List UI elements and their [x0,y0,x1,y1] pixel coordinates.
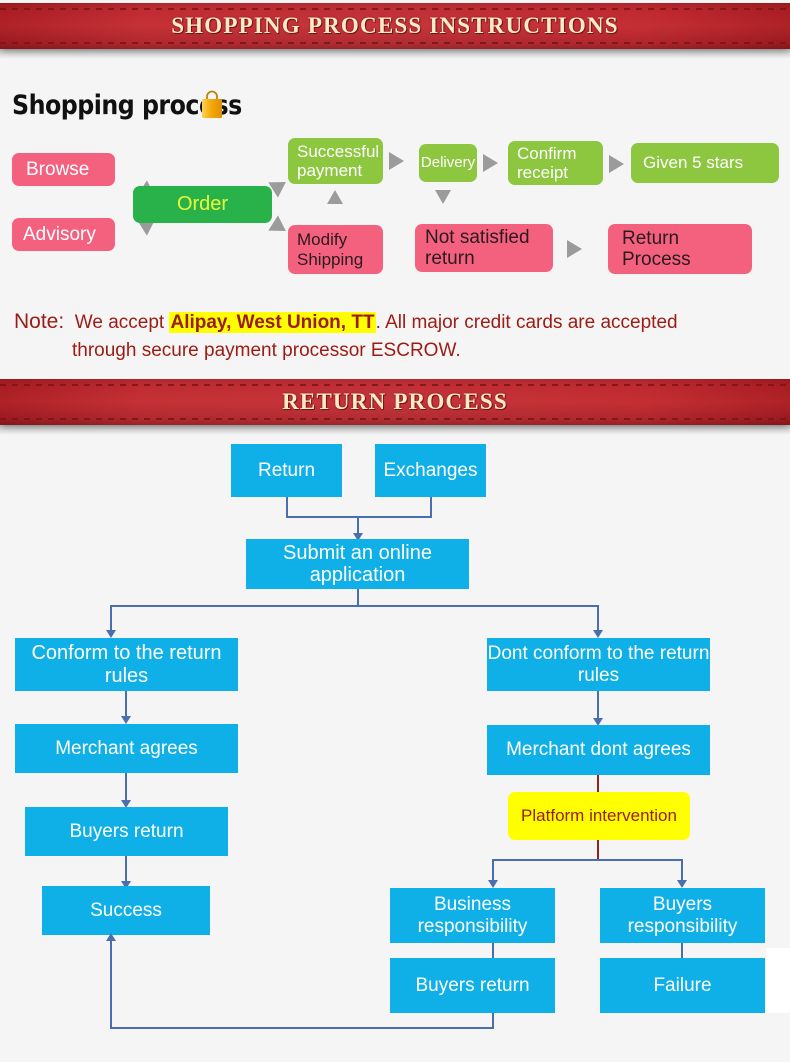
arrow-into-merchant-agrees [121,716,131,724]
arrow-into-business-responsibility [488,880,498,888]
return-node-return[interactable]: Return [231,444,342,497]
return-node-success-label: Success [90,899,162,921]
flow-node-confirm-receipt-label: Confirm receipt [517,143,577,182]
return-node-conform-to-rules-label: Conform to the return rules [31,642,222,687]
return-node-exchanges[interactable]: Exchanges [375,444,486,497]
flow-node-delivery[interactable]: Delivery [419,144,477,182]
return-node-merchant-agrees[interactable]: Merchant agrees [15,724,238,773]
return-node-business-responsibility[interactable]: Business responsibility [390,888,555,943]
note-line1-post: . All major credit cards are accepted [375,312,678,333]
banner-shadow-bottom [0,425,790,435]
return-node-dont-conform-to-rules[interactable]: Dont conform to the return rules [487,638,710,691]
note-highlight: Alipay, West Union, TT [169,312,376,333]
arrow-delivery-to-confirm-receipt [483,154,498,172]
connector-buyers-return-to-success [125,856,127,884]
connector-platform-down-red [597,840,599,860]
flow-node-order-label: Order [176,193,229,216]
page-root: SHOPPING PROCESS INSTRUCTIONS Shopping p… [0,0,790,1062]
return-node-buyers-return-bottom-label: Buyers return [415,974,530,996]
flow-node-confirm-receipt[interactable]: Confirm receipt [508,141,603,185]
return-node-buyers-return-left-label: Buyers return [69,820,184,842]
connector-loopback-horizontal [110,1027,494,1029]
return-node-merchant-dont-agrees-label: Merchant dont agrees [506,739,691,761]
connector-exchanges-down [430,497,432,517]
connector-business-to-buyers-return [492,943,494,959]
return-node-buyers-responsibility[interactable]: Buyers responsibility [600,888,765,943]
flow-node-order[interactable]: Order [133,186,272,223]
arrow-successful-payment-to-delivery [389,152,404,170]
return-node-buyers-return-left[interactable]: Buyers return [25,807,228,856]
connector-buyers-resp-to-failure [681,943,683,959]
return-node-buyers-return-bottom[interactable]: Buyers return [390,958,555,1013]
connector-merchant-dont-agrees-to-platform [597,775,599,793]
flow-node-browse[interactable]: Browse [12,153,115,186]
return-process-banner-title: RETURN PROCESS [282,389,508,414]
flow-node-return-process-label: Return Process [622,227,691,270]
arrow-into-buyers-responsibility [677,880,687,888]
flow-node-modify-shipping[interactable]: Modify Shipping [288,225,383,274]
flow-node-successful-payment-label: Successful payment [297,141,380,180]
note-line1-pre: We accept [74,312,170,333]
connector-branch-right-down [597,605,599,632]
connector-merchant-agrees-to-buyers-return [125,773,127,802]
arrow-not-satisfied-to-return-process [567,240,582,258]
return-node-buyers-responsibility-label: Buyers responsibility [627,894,738,937]
flow-node-modify-shipping-label: Modify Shipping [297,230,364,269]
flow-node-successful-payment[interactable]: Successful payment [288,138,383,184]
return-node-platform-intervention[interactable]: Platform intervention [508,792,690,840]
connector-branch-left-down [110,605,112,632]
arrow-loopback-into-success [106,933,116,941]
return-node-failure[interactable]: Failure [600,958,765,1013]
arrow-into-dont-conform [593,630,603,638]
return-node-submit-application-label: Submit an online application [283,541,432,586]
edge-artifact-bottom-right [766,1010,790,1013]
return-node-business-responsibility-label: Business responsibility [417,894,528,937]
note-line2: through secure payment processor ESCROW. [72,340,461,362]
connector-platform-split-left [492,859,494,882]
return-node-platform-intervention-label: Platform intervention [521,806,677,826]
shopping-process-banner: SHOPPING PROCESS INSTRUCTIONS [0,3,790,49]
return-node-merchant-agrees-label: Merchant agrees [55,737,198,759]
return-node-failure-label: Failure [653,974,712,996]
return-node-dont-conform-to-rules-label: Dont conform to the return rules [487,643,710,686]
banner-shadow-top [0,49,790,59]
connector-platform-split-right [681,859,683,882]
return-node-exchanges-label: Exchanges [383,459,478,481]
connector-branch-split [110,605,599,607]
flow-node-not-satisfied-return-label: Not satisfied return [425,226,530,269]
connector-platform-split [492,859,683,861]
connector-return-down [286,497,288,517]
arrow-modify-shipping-to-successful-payment [327,190,343,204]
return-node-merchant-dont-agrees[interactable]: Merchant dont agrees [487,725,710,775]
flow-node-given-5-stars-label: Given 5 stars [643,153,744,173]
flow-node-return-process[interactable]: Return Process [608,224,752,274]
return-node-conform-to-rules[interactable]: Conform to the return rules [15,638,238,691]
flow-node-delivery-label: Delivery [420,153,476,171]
note-label: Note: [14,310,65,333]
return-node-return-label: Return [257,459,316,481]
shopping-process-banner-title: SHOPPING PROCESS INSTRUCTIONS [171,13,619,38]
arrow-delivery-to-not-satisfied [435,190,451,204]
connector-dont-conform-to-merchant-dont-agrees [597,691,599,720]
flow-node-given-5-stars[interactable]: Given 5 stars [631,143,779,183]
shopping-bag-icon [202,90,222,118]
return-node-success[interactable]: Success [42,886,210,935]
flow-node-browse-label: Browse [26,158,90,180]
connector-conform-to-merchant-agrees [125,691,127,718]
arrow-into-conform [106,630,116,638]
flow-node-not-satisfied-return[interactable]: Not satisfied return [415,224,553,272]
return-node-submit-application[interactable]: Submit an online application [246,539,469,589]
connector-loopback-up [110,940,112,1028]
flow-node-advisory-label: Advisory [23,223,96,245]
flow-node-advisory[interactable]: Advisory [12,218,115,251]
arrow-confirm-receipt-to-given-5-stars [609,155,624,173]
return-process-banner: RETURN PROCESS [0,379,790,425]
edge-artifact-right [766,948,790,1010]
connector-merge-horizontal [286,516,432,518]
payment-note: Note: We accept Alipay, West Union, TT. … [14,307,784,365]
